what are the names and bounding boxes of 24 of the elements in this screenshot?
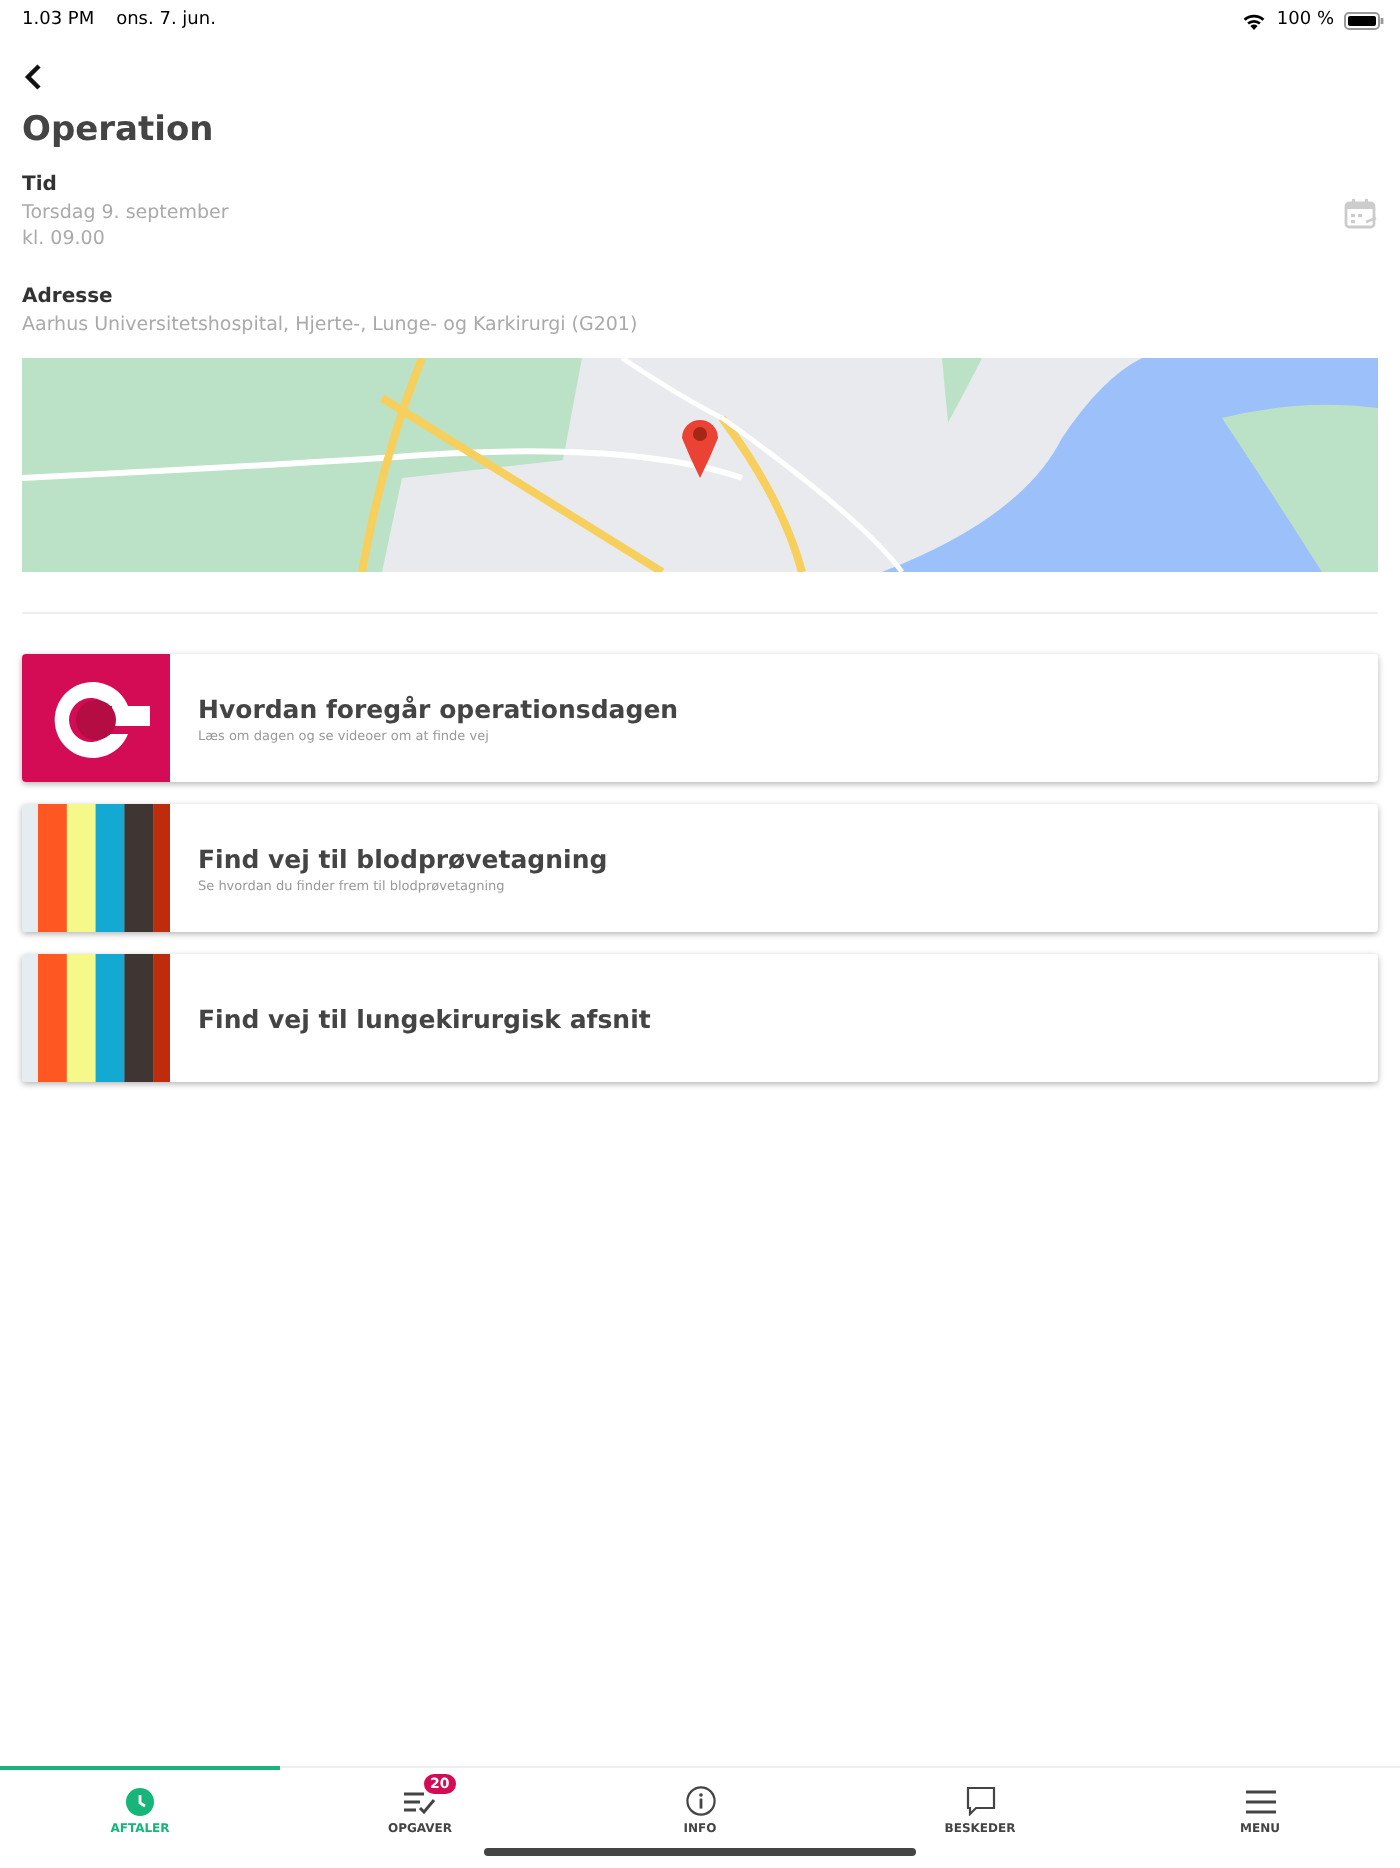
card-title: Find vej til blodprøvetagning	[198, 843, 608, 873]
stripes-icon	[22, 954, 170, 1082]
time-label: Tid	[22, 174, 59, 196]
page-title: Operation	[22, 110, 216, 150]
stripes-icon	[22, 804, 170, 932]
wifi-icon	[1242, 11, 1267, 29]
battery-percent: 100 %	[1276, 10, 1334, 30]
tasks-icon	[404, 1789, 436, 1813]
status-time: 1.03 PM	[22, 10, 95, 30]
address-label: Adresse	[22, 286, 115, 308]
card-title: Find vej til lungekirurgisk afsnit	[198, 1003, 651, 1033]
status-date: ons. 7. jun.	[116, 10, 216, 30]
chat-icon	[965, 1786, 995, 1816]
time-value: Torsdag 9. september	[22, 200, 229, 226]
guide-card[interactable]: Find vej til lungekirurgisk afsnit	[22, 954, 1378, 1082]
logo-icon	[22, 654, 170, 782]
info-icon	[685, 1786, 715, 1816]
time-value: kl. 09.00	[22, 226, 107, 252]
back-icon[interactable]	[24, 64, 42, 90]
menu-icon	[1245, 1789, 1275, 1813]
clock-icon	[126, 1787, 154, 1815]
card-title: Hvordan foregår operationsdagen	[198, 693, 679, 723]
battery-icon	[1344, 11, 1384, 29]
address-value: Aarhus Universitetshospital, Hjerte-, Lunge- og Karkirurgi (G201)	[22, 312, 640, 338]
